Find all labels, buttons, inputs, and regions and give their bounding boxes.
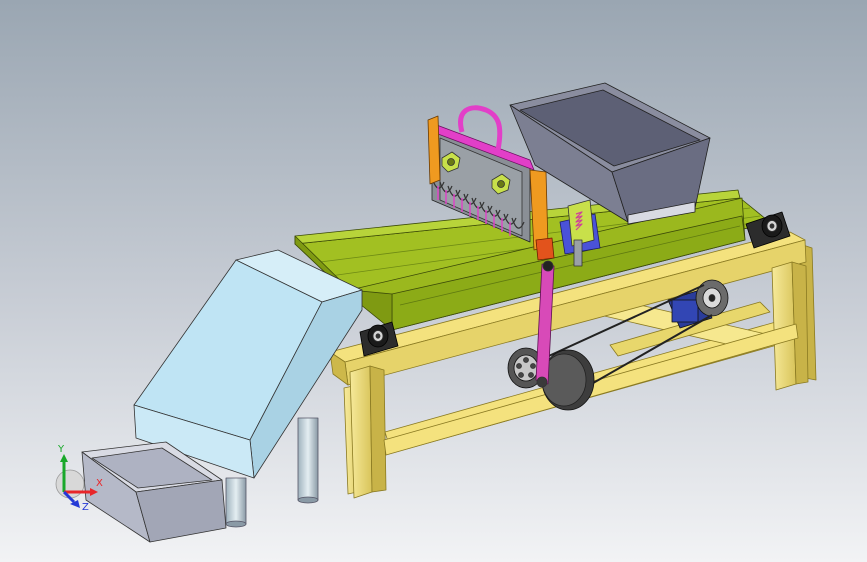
chute-post-front[interactable]: [225, 477, 247, 528]
front-leg-left[interactable]: [349, 365, 387, 499]
large-pulley[interactable]: [541, 349, 595, 411]
side-bracket-left[interactable]: [427, 115, 441, 185]
triad-z-label: Z: [82, 502, 89, 513]
cad-viewport[interactable]: Y X Z: [0, 0, 867, 562]
triad-y-label: Y: [57, 444, 65, 455]
triad-x-label: X: [96, 478, 103, 489]
chute-post-rear[interactable]: [297, 417, 319, 504]
